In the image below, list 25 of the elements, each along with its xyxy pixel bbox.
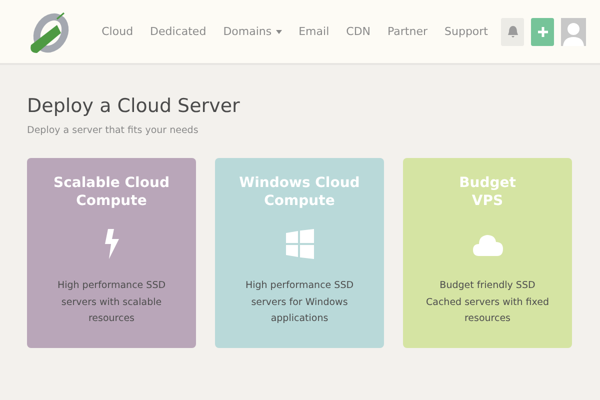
card-title: Budget VPS [459, 174, 516, 210]
product-card[interactable]: Scalable Cloud Compute High performance SSD servers with scalable resources [27, 158, 196, 348]
notifications-button[interactable] [501, 18, 524, 46]
card-title: Scalable Cloud Compute [54, 174, 170, 210]
nav-link[interactable]: Dedicated [150, 25, 206, 38]
nav-link[interactable]: Cloud [102, 25, 134, 38]
page-title: Deploy a Cloud Server [27, 95, 241, 117]
plus-icon [536, 26, 548, 38]
bolt-icon [104, 229, 120, 260]
card-description: High performance SSD servers for Windows applications [245, 279, 354, 326]
product-card[interactable]: Budget VPS Budget friendly SSD Cached servers with fixed resources [403, 158, 572, 348]
card-title: Windows Cloud Compute [239, 174, 360, 210]
avatar-icon[interactable] [561, 18, 586, 46]
add-button[interactable] [531, 18, 554, 46]
nav-dropdown[interactable]: Domains [223, 25, 282, 38]
nav-link[interactable]: Partner [388, 25, 428, 38]
bell-icon [506, 24, 518, 38]
nav-link[interactable]: Support [444, 25, 488, 38]
nav-link[interactable]: CDN [346, 25, 371, 38]
card-description: Budget friendly SSD Cached servers with fixed resources [426, 279, 549, 326]
card-description: High performance SSD servers with scalable resources [57, 279, 166, 326]
nav-link[interactable]: Email [298, 25, 330, 38]
product-card[interactable]: Windows Cloud Compute High performance SSD servers for Windows applications [215, 158, 384, 348]
page-subtitle: Deploy a server that fits your needs [27, 125, 200, 136]
windows-icon [286, 229, 314, 260]
